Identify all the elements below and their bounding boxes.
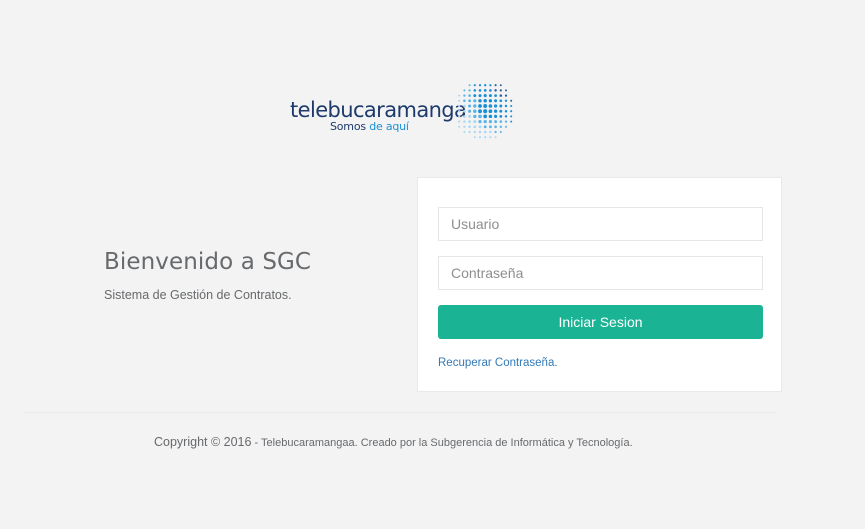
logo-tagline-accent: de aquí [369, 120, 409, 133]
logo-wordmark: telebucaramanga [290, 98, 467, 122]
copyright-rest: - Telebucaramangaa. Creado por la Subger… [251, 437, 633, 449]
login-button[interactable]: Iniciar Sesion [438, 305, 763, 339]
footer-divider [24, 412, 776, 413]
recover-password-link[interactable]: Recuperar Contraseña. [438, 357, 558, 369]
copyright-main: Copyright © 2016 [154, 435, 252, 449]
logo-tagline: Somos de aquí [330, 120, 409, 133]
welcome-block: Bienvenido a SGC Sistema de Gestión de C… [104, 249, 394, 302]
copyright-text: Copyright © 2016 - Telebucaramangaa. Cre… [154, 435, 633, 449]
login-panel: Iniciar Sesion Recuperar Contraseña. [417, 177, 782, 392]
password-input[interactable] [438, 256, 763, 290]
welcome-title: Bienvenido a SGC [104, 249, 312, 275]
globe-icon [458, 84, 513, 139]
login-page: telebucaramanga Somos de aquí Bienvenido… [0, 0, 865, 529]
username-input[interactable] [438, 207, 763, 241]
welcome-subtitle: Sistema de Gestión de Contratos. [104, 288, 292, 302]
logo-tagline-prefix: Somos [330, 120, 370, 133]
telebucaramanga-logo: telebucaramanga Somos de aquí [290, 78, 520, 142]
